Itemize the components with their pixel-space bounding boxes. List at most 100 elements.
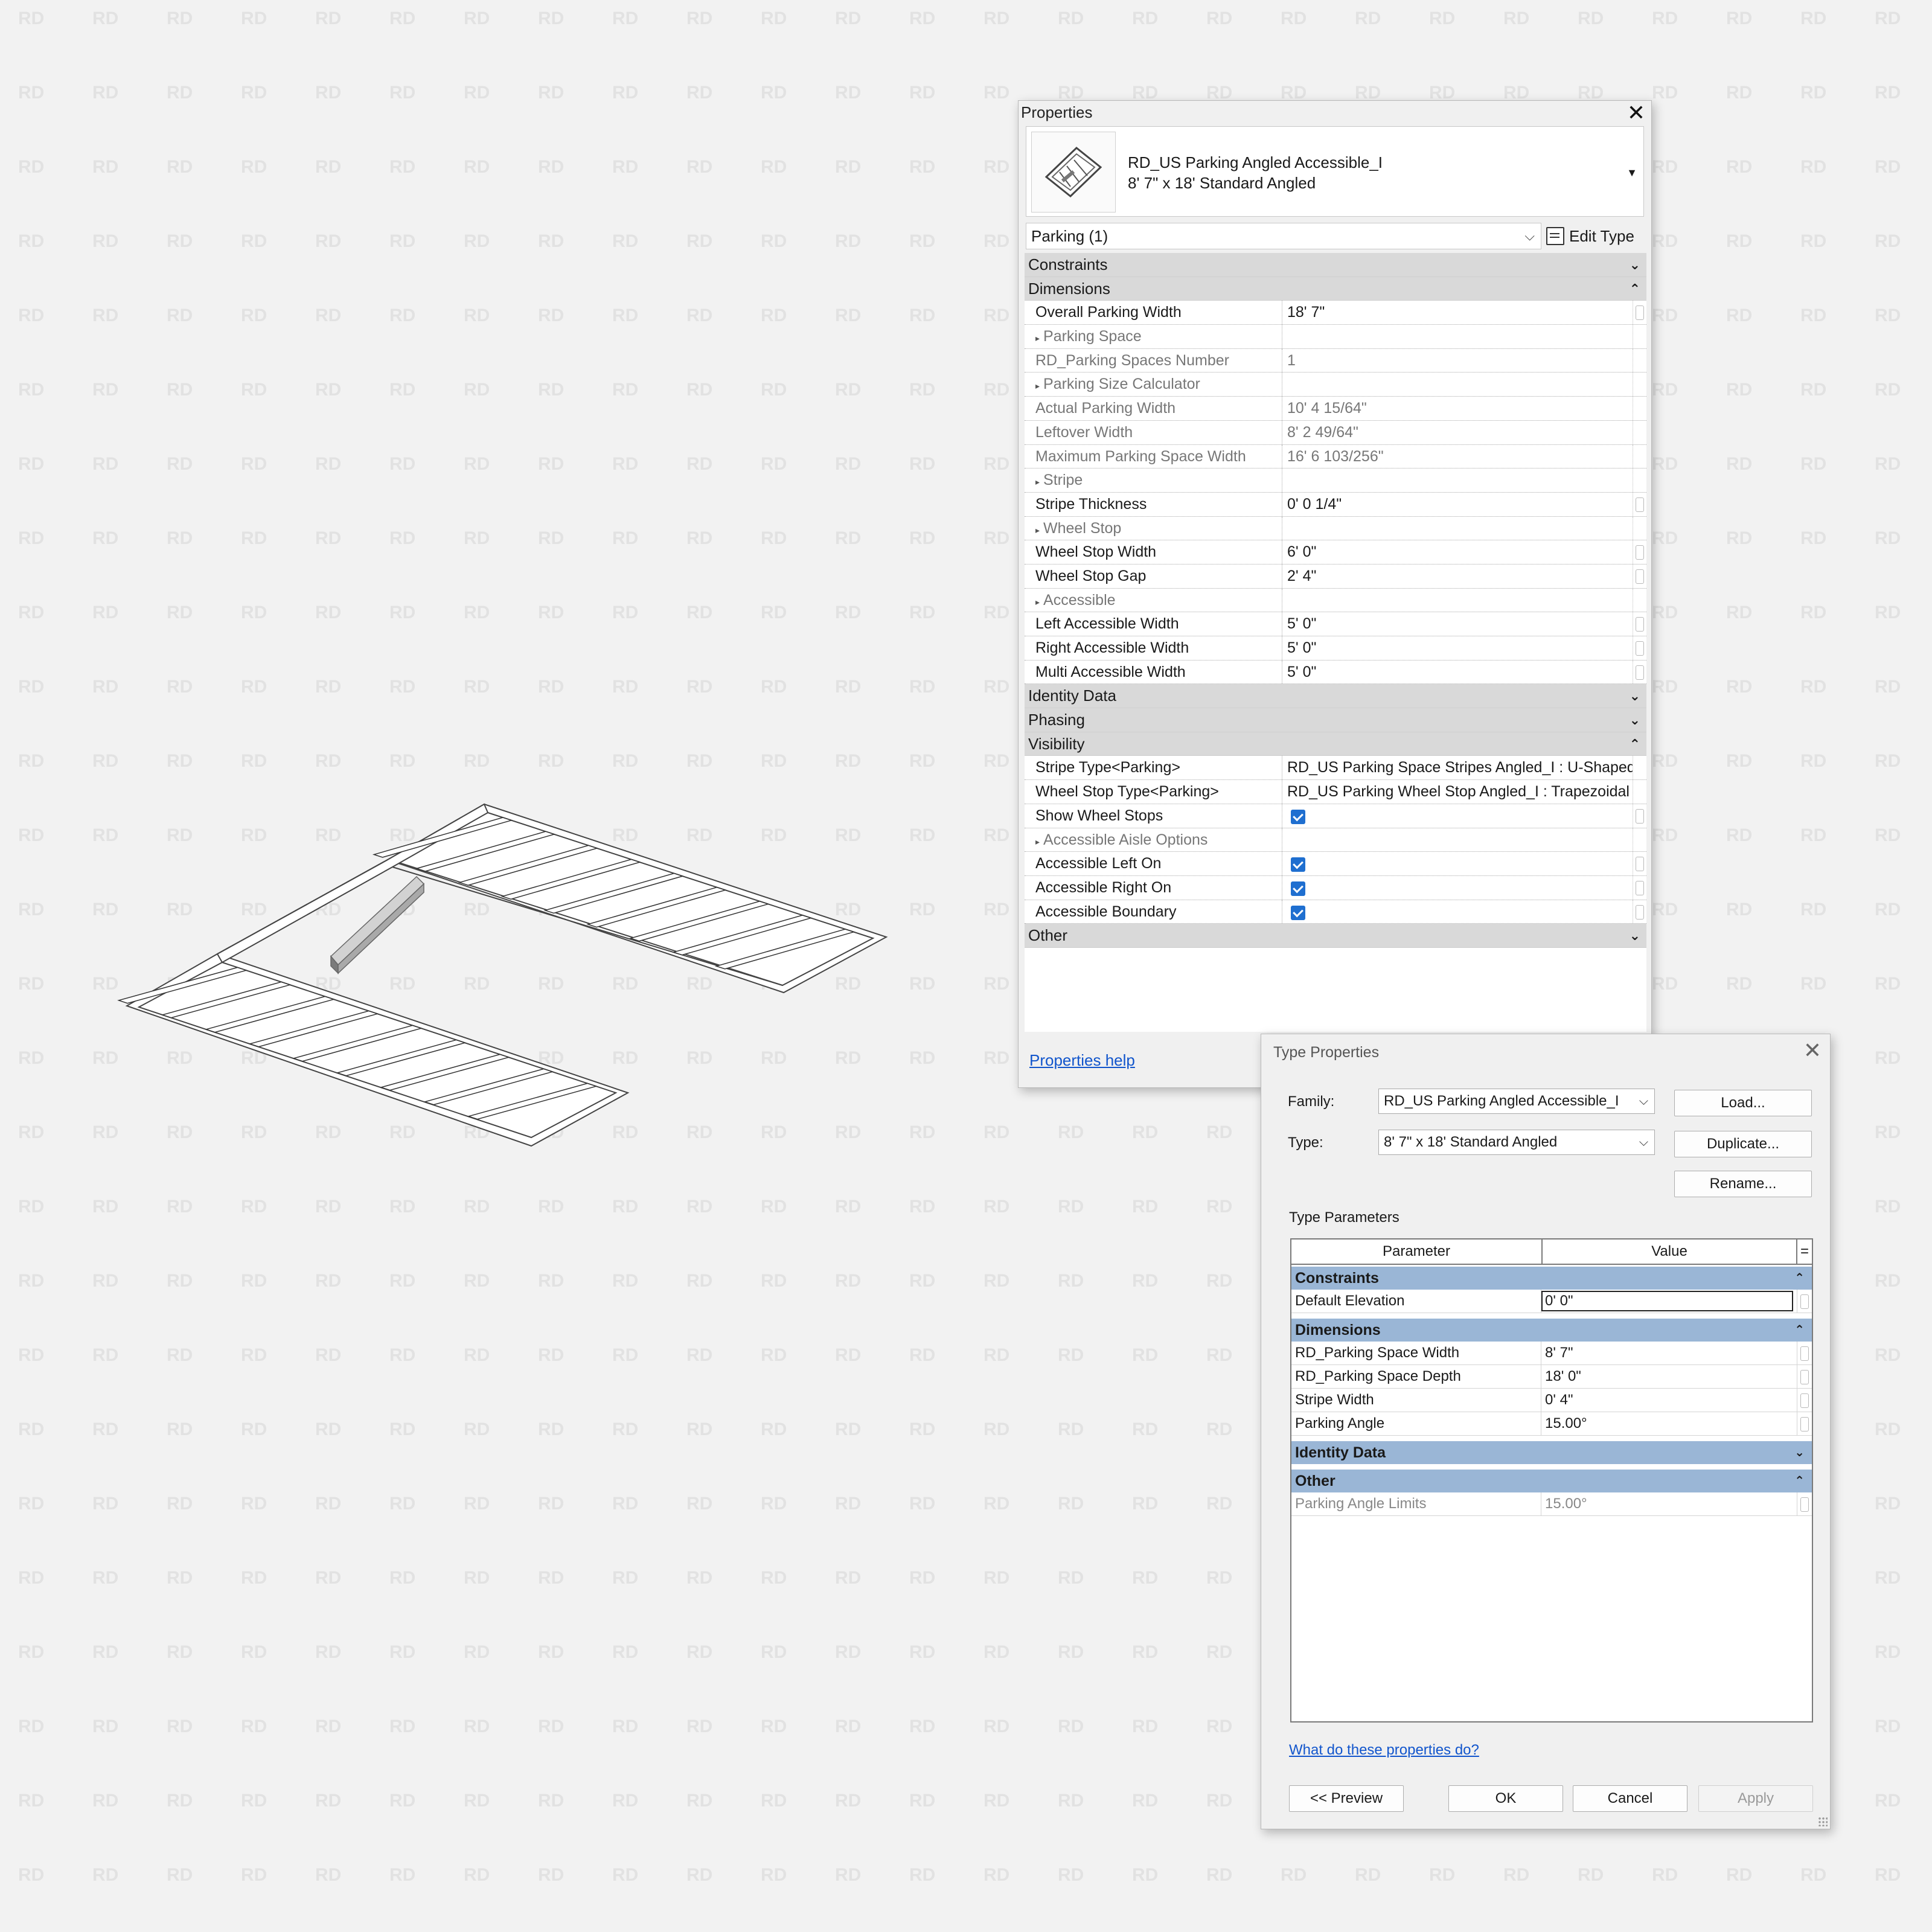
type-selector[interactable]: RD_US Parking Angled Accessible_I 8' 7" …: [1026, 126, 1644, 217]
column-header-value[interactable]: Value: [1543, 1239, 1797, 1264]
family-dropdown[interactable]: RD_US Parking Angled Accessible_I ⌵: [1378, 1089, 1655, 1114]
associate-parameter-button[interactable]: [1633, 900, 1646, 924]
collapse-icon[interactable]: ⌃: [1630, 732, 1640, 756]
expand-triangle-icon[interactable]: ▸: [1035, 525, 1040, 535]
group-header-visibility[interactable]: Visibility ⌃: [1025, 732, 1646, 756]
associate-parameter-button[interactable]: [1633, 301, 1646, 325]
property-name[interactable]: ▸ Parking Size Calculator: [1025, 373, 1282, 397]
dropdown-arrow-icon[interactable]: ▼: [1627, 167, 1637, 179]
cancel-button[interactable]: Cancel: [1573, 1785, 1687, 1812]
group-header-constraints[interactable]: Constraints ⌃: [1291, 1266, 1812, 1290]
property-value[interactable]: [1282, 804, 1633, 828]
expand-triangle-icon[interactable]: ▸: [1035, 381, 1040, 391]
what-do-these-properties-do-link[interactable]: What do these properties do?: [1289, 1742, 1479, 1759]
parameter-value-input[interactable]: 0' 0": [1541, 1291, 1793, 1311]
group-header-identity-data[interactable]: Identity Data ⌄: [1291, 1441, 1812, 1464]
expand-icon[interactable]: ⌄: [1630, 684, 1640, 708]
expand-triangle-icon[interactable]: ▸: [1035, 333, 1040, 343]
close-icon[interactable]: ✕: [1803, 1038, 1822, 1063]
associate-parameter-button[interactable]: [1797, 1342, 1812, 1364]
load-button[interactable]: Load...: [1674, 1090, 1812, 1116]
watermark-text: RD: [389, 751, 415, 771]
checkbox[interactable]: [1291, 809, 1305, 824]
duplicate-button[interactable]: Duplicate...: [1674, 1131, 1812, 1157]
property-value[interactable]: 5' 0": [1282, 636, 1633, 660]
associate-parameter-button[interactable]: [1633, 492, 1646, 516]
property-name[interactable]: ▸ Wheel Stop: [1025, 516, 1282, 540]
property-value[interactable]: [1282, 852, 1633, 875]
close-icon[interactable]: ✕: [1627, 101, 1645, 125]
checkbox[interactable]: [1291, 881, 1305, 896]
property-value[interactable]: RD_US Parking Wheel Stop Angled_I : Trap…: [1282, 780, 1633, 804]
associate-parameter-button[interactable]: [1633, 636, 1646, 660]
expand-icon[interactable]: ⌄: [1630, 924, 1640, 948]
rename-button[interactable]: Rename...: [1674, 1171, 1812, 1197]
parameter-value[interactable]: 15.00°: [1541, 1412, 1797, 1435]
expand-triangle-icon[interactable]: ▸: [1035, 597, 1040, 607]
property-value[interactable]: [1282, 900, 1633, 924]
parameter-value[interactable]: 18' 0": [1541, 1365, 1797, 1388]
property-value[interactable]: 6' 0": [1282, 540, 1633, 564]
property-value[interactable]: 2' 4": [1282, 565, 1633, 588]
watermark-text: RD: [835, 603, 861, 622]
associate-parameter-button[interactable]: [1797, 1412, 1812, 1435]
associate-parameter-button[interactable]: [1797, 1290, 1812, 1313]
watermark-text: RD: [241, 157, 267, 177]
watermark-text: RD: [464, 1642, 490, 1662]
collapse-icon[interactable]: ⌃: [1630, 277, 1640, 301]
group-header-constraints[interactable]: Constraints ⌄: [1025, 253, 1646, 277]
group-header-dimensions[interactable]: Dimensions ⌃: [1025, 277, 1646, 301]
parameter-value[interactable]: 8' 7": [1541, 1342, 1797, 1364]
associate-parameter-button[interactable]: [1633, 852, 1646, 875]
property-value[interactable]: 0' 0 1/4": [1282, 493, 1633, 516]
expand-icon[interactable]: ⌄: [1794, 1441, 1805, 1464]
column-header-parameter[interactable]: Parameter: [1291, 1239, 1543, 1264]
watermark-text: RD: [18, 1271, 44, 1291]
expand-triangle-icon[interactable]: ▸: [1035, 477, 1040, 487]
type-dropdown[interactable]: 8' 7" x 18' Standard Angled ⌵: [1378, 1130, 1655, 1155]
watermark-text: RD: [1429, 8, 1455, 28]
property-value[interactable]: 18' 7": [1282, 301, 1633, 324]
property-name[interactable]: ▸ Parking Space: [1025, 325, 1282, 348]
apply-button[interactable]: Apply: [1698, 1785, 1813, 1812]
associate-parameter-button[interactable]: [1797, 1365, 1812, 1388]
property-value[interactable]: RD_US Parking Space Stripes Angled_I : U…: [1282, 756, 1633, 779]
group-header-other[interactable]: Other ⌃: [1291, 1469, 1812, 1492]
associate-parameter-button[interactable]: [1633, 804, 1646, 828]
property-name[interactable]: ▸ Stripe: [1025, 469, 1282, 492]
watermark-text: RD: [984, 603, 1009, 622]
checkbox[interactable]: [1291, 857, 1305, 872]
associate-parameter-button[interactable]: [1797, 1389, 1812, 1412]
collapse-icon[interactable]: ⌃: [1794, 1267, 1805, 1290]
associate-parameter-button[interactable]: [1633, 540, 1646, 564]
property-value[interactable]: [1282, 876, 1633, 900]
group-header-phasing[interactable]: Phasing ⌄: [1025, 708, 1646, 732]
collapse-icon[interactable]: ⌃: [1794, 1319, 1805, 1342]
properties-help-link[interactable]: Properties help: [1029, 1051, 1135, 1070]
preview-button[interactable]: << Preview: [1289, 1785, 1404, 1812]
edit-type-button[interactable]: Edit Type: [1544, 223, 1644, 249]
associate-parameter-button[interactable]: [1633, 875, 1646, 900]
collapse-icon[interactable]: ⌃: [1794, 1470, 1805, 1492]
parameter-value[interactable]: 0' 4": [1541, 1389, 1797, 1412]
ok-button[interactable]: OK: [1448, 1785, 1563, 1812]
checkbox[interactable]: [1291, 905, 1305, 920]
resize-grip-icon[interactable]: [1818, 1817, 1828, 1826]
property-name[interactable]: ▸ Accessible: [1025, 588, 1282, 612]
watermark-text: RD: [1652, 83, 1678, 103]
property-name[interactable]: ▸ Accessible Aisle Options: [1025, 828, 1282, 852]
property-value[interactable]: 5' 0": [1282, 612, 1633, 636]
instance-filter-dropdown[interactable]: Parking (1) ⌵: [1026, 223, 1541, 249]
watermark-text: RD: [1875, 1271, 1901, 1291]
associate-parameter-button[interactable]: [1797, 1492, 1812, 1515]
associate-parameter-button[interactable]: [1633, 564, 1646, 588]
group-header-identity-data[interactable]: Identity Data ⌄: [1025, 684, 1646, 709]
group-header-dimensions[interactable]: Dimensions ⌃: [1291, 1318, 1812, 1342]
group-header-other[interactable]: Other ⌄: [1025, 924, 1646, 948]
expand-icon[interactable]: ⌄: [1630, 708, 1640, 732]
associate-parameter-button[interactable]: [1633, 660, 1646, 684]
expand-icon[interactable]: ⌄: [1630, 253, 1640, 277]
associate-parameter-button[interactable]: [1633, 612, 1646, 636]
property-value[interactable]: 5' 0": [1282, 661, 1633, 684]
expand-triangle-icon[interactable]: ▸: [1035, 837, 1040, 846]
